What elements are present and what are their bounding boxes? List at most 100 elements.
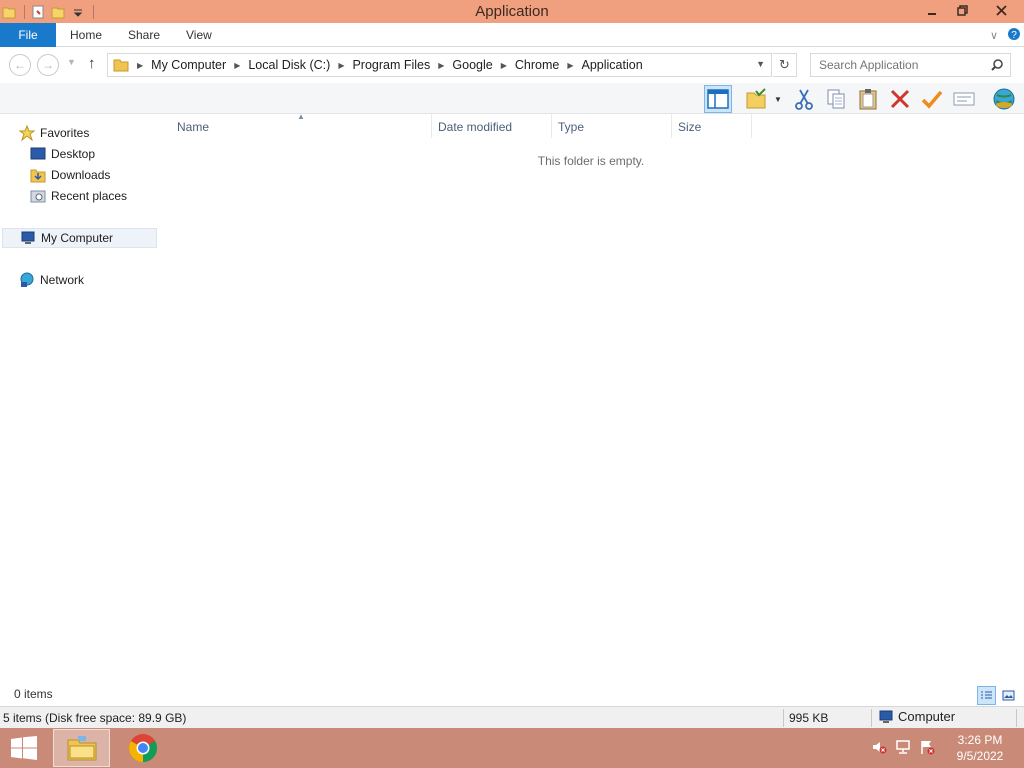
chevron-down-icon: ▼ [774,94,782,104]
chrome-icon [128,734,157,762]
action-center-flag-icon[interactable] [918,738,936,756]
arrow-right-icon: → [42,58,54,72]
arrow-left-icon: ← [14,58,26,72]
recent-locations-chevron-icon[interactable]: ▼ [67,57,76,67]
column-header-size[interactable]: Size [672,114,752,138]
breadcrumb-chevron-icon[interactable]: ▶ [234,61,240,70]
large-icons-view-icon [1002,690,1015,701]
network-globe-button[interactable] [990,85,1018,113]
status-size: 995 KB [789,711,829,725]
divider [1016,709,1017,727]
star-icon [19,125,35,141]
copy-icon [827,89,845,109]
forward-button[interactable]: → [37,54,59,76]
taskbar-file-explorer[interactable] [53,729,110,767]
nav-network-label: Network [40,273,85,287]
preview-pane-button[interactable] [704,85,732,113]
copy-button[interactable] [822,85,850,113]
breadcrumb-google[interactable]: Google [452,58,492,72]
breadcrumb-chevron-icon[interactable]: ▶ [501,61,507,70]
network-tray-icon[interactable] [894,738,912,756]
back-button[interactable]: ← [9,54,31,76]
taskbar-clock[interactable]: 3:26 PM 9/5/2022 [950,732,1010,764]
tab-view[interactable]: View [186,23,212,47]
breadcrumb-chevron-icon[interactable]: ▶ [338,61,344,70]
status-zone: Computer [878,709,955,724]
breadcrumb-program-files[interactable]: Program Files [352,58,430,72]
computer-icon [20,230,36,246]
nav-favorites[interactable]: Favorites [19,123,89,143]
volume-muted-icon[interactable] [870,738,888,756]
column-header-date-modified[interactable]: Date modified [432,114,552,138]
rename-button[interactable] [918,85,946,113]
nav-recent-places[interactable]: Recent places [30,186,127,206]
clipboard-icon [859,89,877,110]
refresh-button[interactable]: ↻ [773,53,797,77]
large-icons-view-button[interactable] [999,686,1018,705]
breadcrumb-my-computer[interactable]: My Computer [151,58,226,72]
nav-downloads-label: Downloads [51,168,111,182]
close-button[interactable] [978,0,1024,21]
restore-button[interactable] [947,0,978,21]
file-explorer-icon [67,736,96,761]
details-view-button[interactable] [977,686,996,705]
select-folder-button[interactable] [742,85,770,113]
column-header-type[interactable]: Type [552,114,672,138]
start-button[interactable] [7,734,41,762]
nav-network[interactable]: Network [19,270,84,290]
breadcrumb-chevron-icon[interactable]: ▶ [567,61,573,70]
properties-button[interactable] [950,85,978,113]
status-disk-info: 5 items (Disk free space: 89.9 GB) [3,711,187,725]
preview-pane-icon [707,89,729,109]
refresh-icon: ↻ [779,57,790,72]
nav-downloads[interactable]: Downloads [30,165,110,185]
globe-icon [993,88,1015,110]
address-bar[interactable]: ▶ My Computer ▶ Local Disk (C:) ▶ Progra… [107,53,772,77]
taskbar: 3:26 PM 9/5/2022 [0,728,1024,768]
search-icon[interactable] [990,58,1004,72]
minimize-button[interactable] [916,0,947,21]
expand-ribbon-icon[interactable]: ∨ [984,29,1004,42]
up-button[interactable]: ↑ [88,55,96,72]
properties-card-icon [953,92,975,106]
divider [783,709,784,727]
nav-my-computer[interactable]: My Computer [2,228,157,248]
sort-ascending-icon: ▲ [297,112,305,121]
delete-button[interactable] [886,85,914,113]
help-icon[interactable]: ? [1004,27,1024,44]
breadcrumb-chevron-icon[interactable]: ▶ [137,61,143,70]
tab-file[interactable]: File [0,23,56,47]
tab-share[interactable]: Share [128,23,160,47]
breadcrumb-chevron-icon[interactable]: ▶ [438,61,444,70]
search-box[interactable] [810,53,1011,77]
address-dropdown-icon[interactable]: ▼ [756,59,765,69]
address-row: ← → ▼ ↑ ▶ My Computer ▶ Local Disk (C:) … [0,47,1024,83]
nav-desktop[interactable]: Desktop [30,144,95,164]
search-input[interactable] [811,54,981,76]
close-icon [995,5,1007,16]
select-dropdown-button[interactable]: ▼ [770,85,786,113]
tab-home[interactable]: Home [70,23,102,47]
breadcrumb-application[interactable]: Application [582,58,643,72]
clock-date: 9/5/2022 [956,749,1004,763]
desktop-icon [30,146,46,162]
item-count-bar: 0 items [0,684,1024,706]
windows-logo-icon [11,736,37,760]
checkmark-icon [921,90,943,109]
breadcrumb-local-disk[interactable]: Local Disk (C:) [248,58,330,72]
folder-icon [113,59,129,72]
ribbon-tabs: File Home Share View ∨ ? [0,23,1024,47]
status-zone-label: Computer [898,709,956,724]
title-bar: Application [0,0,1024,23]
recent-places-icon [30,188,46,204]
cut-button[interactable] [790,85,818,113]
svg-text:?: ? [1011,30,1017,41]
item-count: 0 items [14,687,53,701]
taskbar-chrome[interactable] [114,729,171,767]
computer-icon [879,710,893,723]
navigation-pane: Favorites Desktop Downloads Recent place… [0,114,158,684]
restore-icon [957,5,968,16]
breadcrumb-chrome[interactable]: Chrome [515,58,559,72]
paste-button[interactable] [854,85,882,113]
nav-favorites-label: Favorites [40,126,90,140]
